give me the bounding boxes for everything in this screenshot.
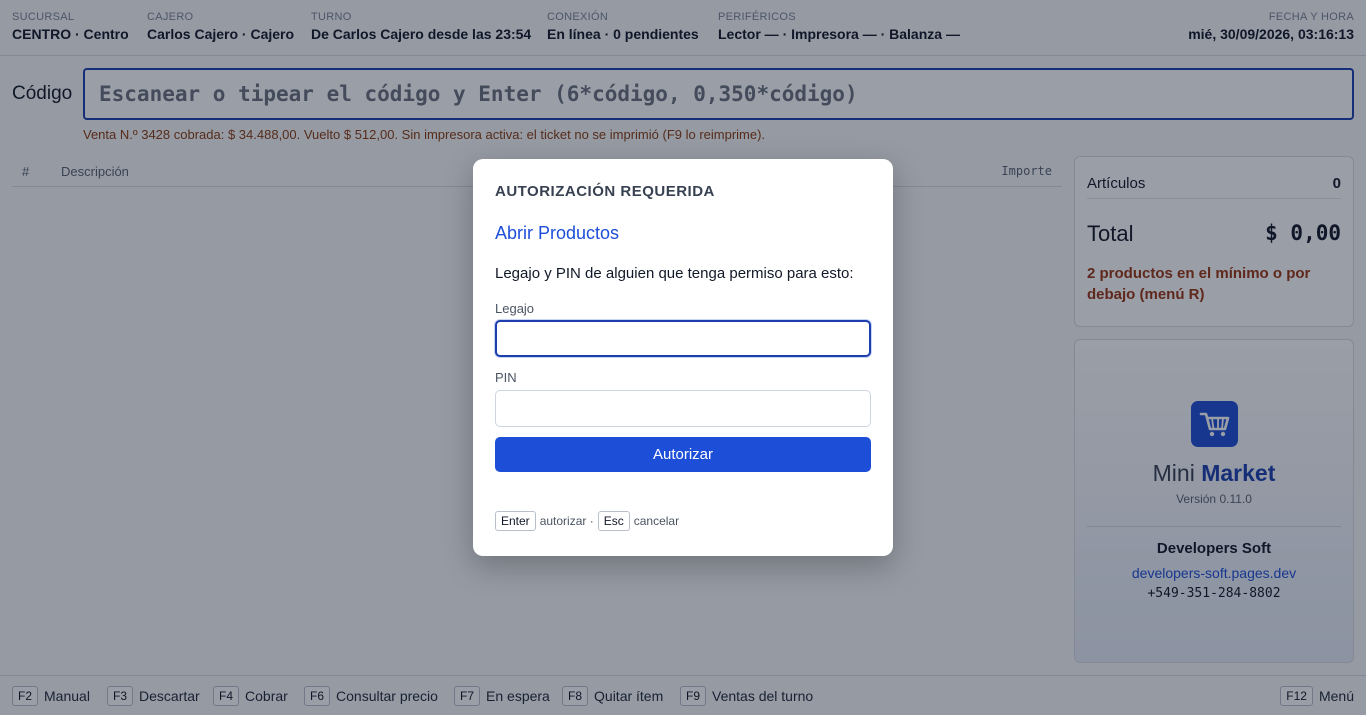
key-enter: Enter: [495, 511, 536, 531]
hint-authorize-text: autorizar ·: [539, 514, 594, 528]
hint-cancel-text: cancelar: [633, 514, 680, 528]
authorization-dialog: AUTORIZACIÓN REQUERIDA Abrir Productos L…: [473, 159, 893, 556]
legajo-label: Legajo: [495, 301, 535, 316]
dialog-subtitle: Abrir Productos: [495, 223, 620, 243]
pos-app: SUCURSAL CENTRO · Centro CAJERO Carlos C…: [0, 0, 1366, 715]
dialog-description: Legajo y PIN de alguien que tenga permis…: [495, 265, 854, 282]
dialog-title: AUTORIZACIÓN REQUERIDA: [495, 183, 715, 200]
pin-label: PIN: [495, 370, 517, 385]
authorize-button[interactable]: Autorizar: [495, 437, 871, 472]
legajo-input[interactable]: [495, 320, 871, 357]
pin-input[interactable]: [495, 390, 871, 427]
key-esc: Esc: [597, 511, 630, 531]
keyboard-hint: Enter autorizar · Esc cancelar: [495, 511, 683, 531]
